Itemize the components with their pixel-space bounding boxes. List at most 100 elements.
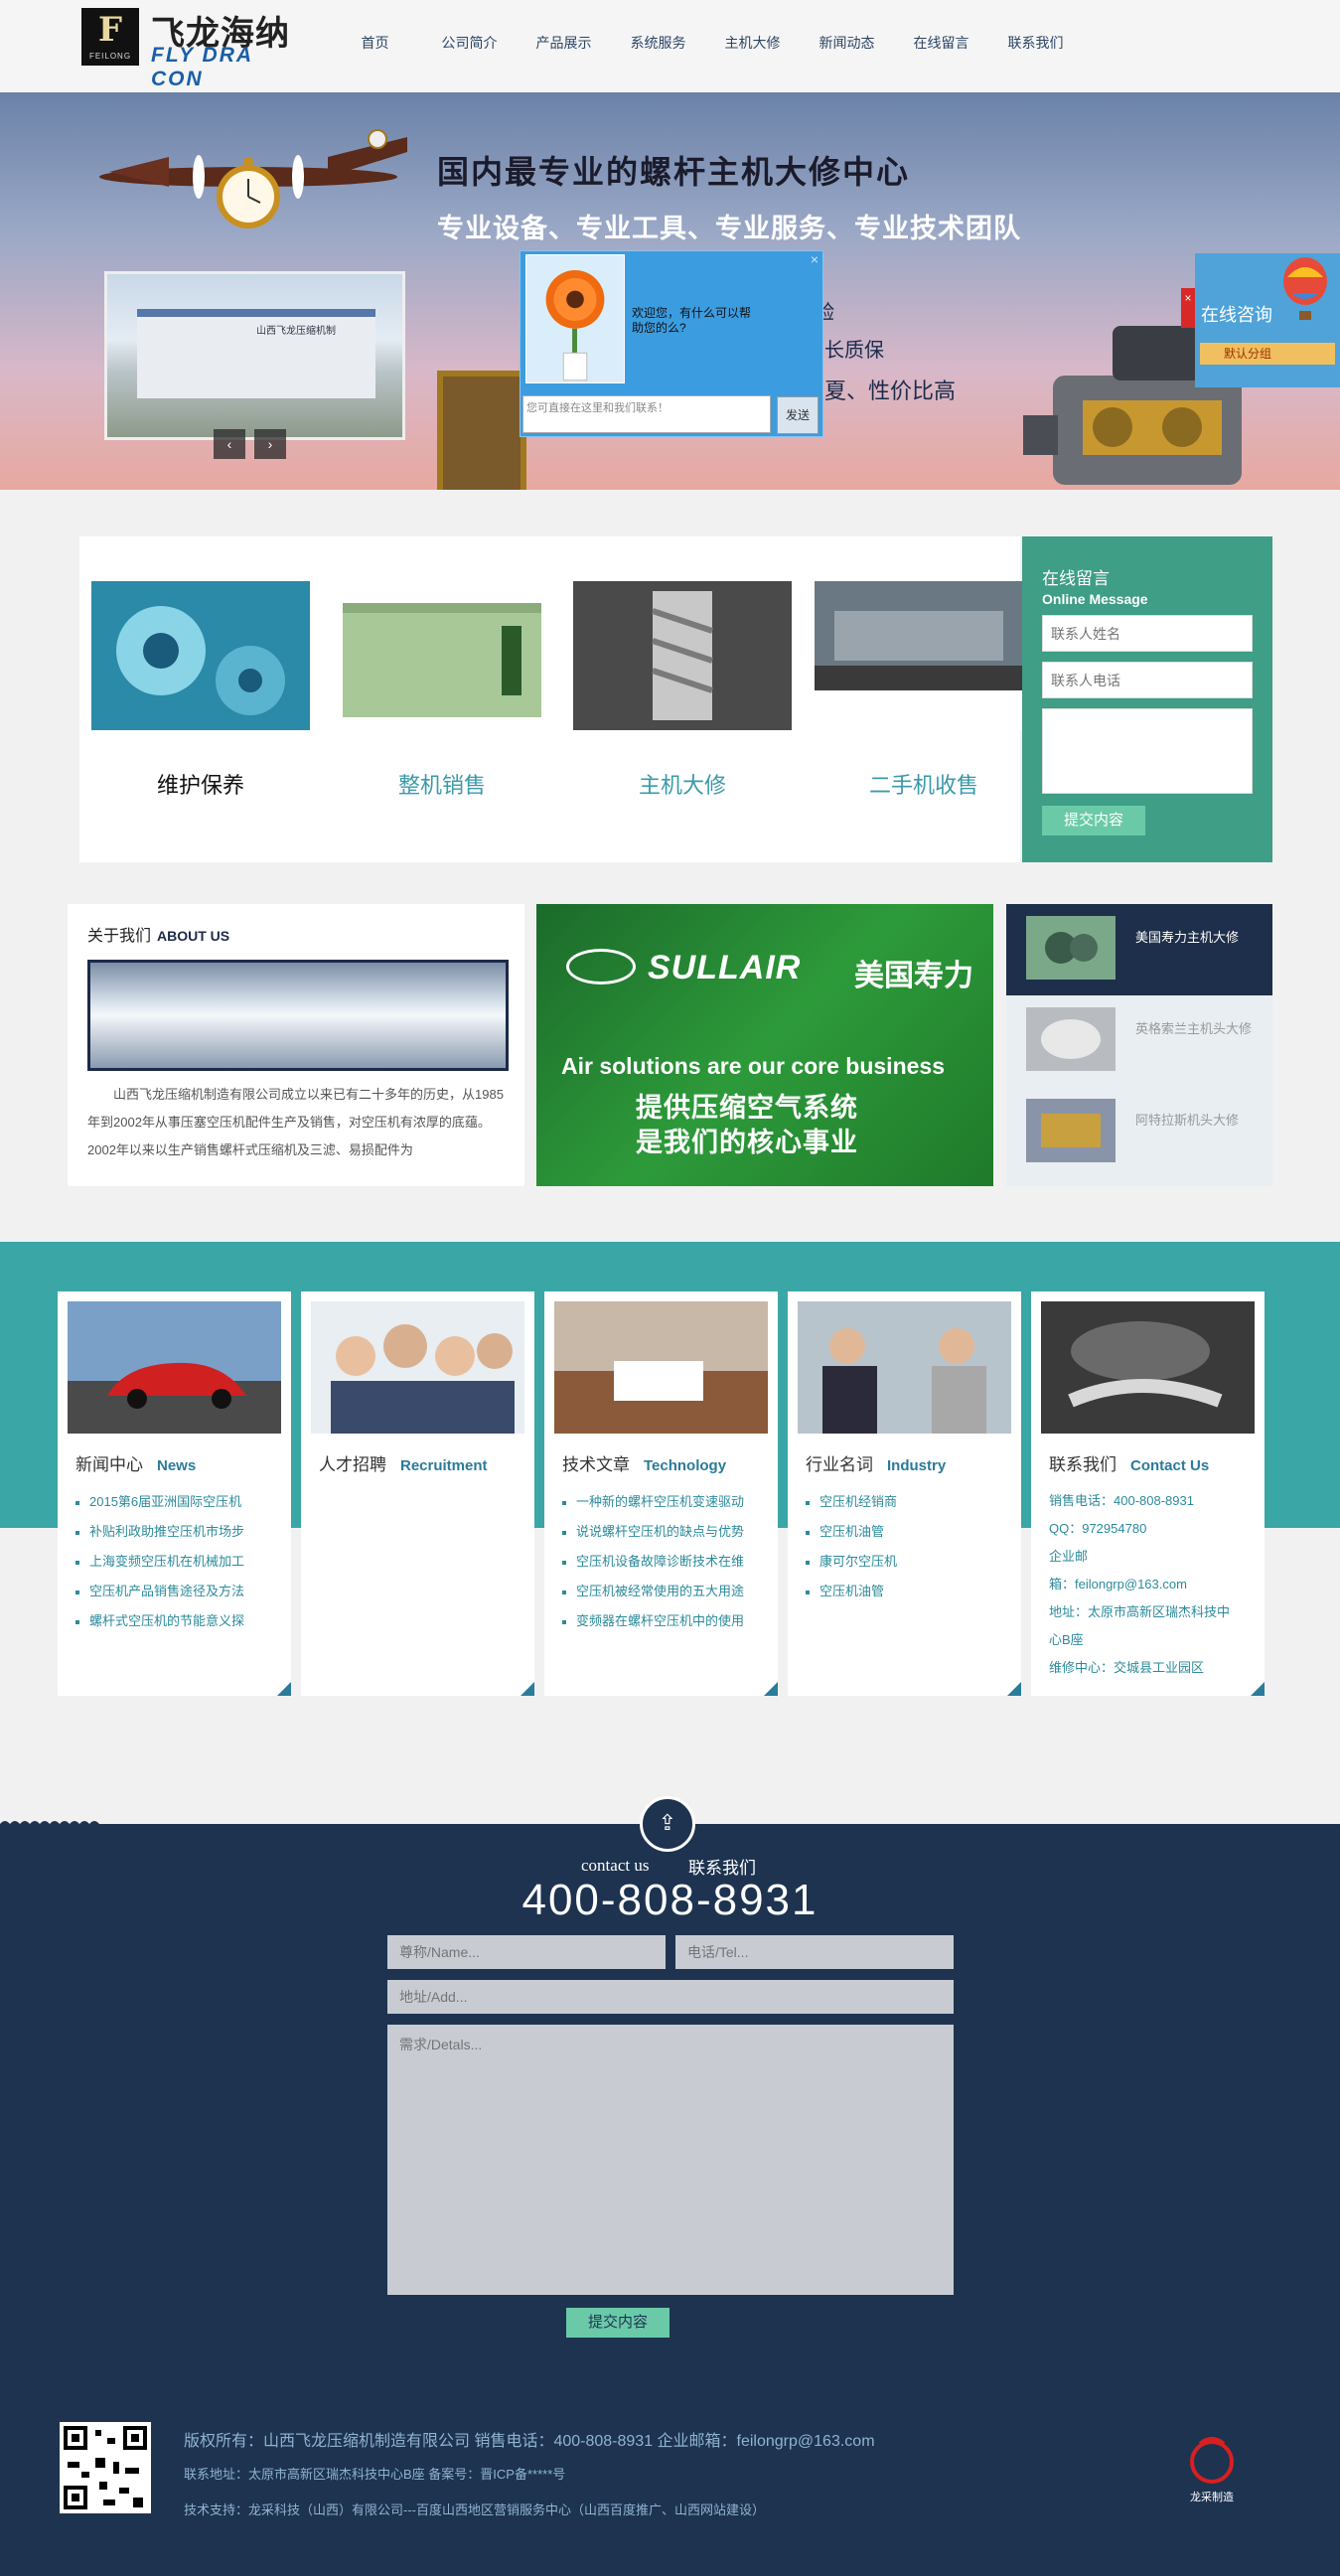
handshake-desk-image [554,1301,768,1434]
message-submit-button[interactable]: 提交内容 [1042,806,1145,835]
contact-details: 销售电话：400-808-8931 QQ：972954780 企业邮 箱：fei… [1049,1493,1231,1675]
message-content-field[interactable] [1042,708,1253,794]
repair-item[interactable]: 英格索兰主机头大修 [1006,995,1272,1087]
consult-group-tab[interactable]: 默认分组 [1200,343,1335,365]
flower-avatar [525,254,625,383]
repair-thumb [1026,1007,1116,1071]
repair-thumb [1026,1099,1116,1162]
service-label: 整机销售 [397,773,486,798]
footer-name-field[interactable] [387,1935,666,1969]
card-title: 联系我们 Contact Us [1049,1455,1210,1474]
chat-send-button[interactable]: 发送 [777,396,819,434]
list-item[interactable]: 补贴利政助推空压机市场步 [75,1517,284,1547]
factory-photo: 山西飞龙压缩机制 [104,271,405,440]
chat-greeting: 欢迎您，有什么可以帮助您的么? [632,306,752,335]
list-item[interactable]: 空压机设备故障诊断技术在维 [562,1547,771,1577]
gears-image [91,581,310,730]
corner-icon [521,1682,534,1696]
sullair-slogan-cn-2: 是我们的核心事业 [636,1128,858,1157]
list-item[interactable]: 康可尔空压机 [806,1547,1014,1577]
team-photo [311,1301,524,1434]
list-item[interactable]: 上海变频空压机在机械加工 [75,1547,284,1577]
trophy-image [437,371,526,490]
nav-message[interactable]: 在线留言 [894,30,988,56]
contact-phone-field[interactable] [1042,662,1253,698]
footer-submit-button[interactable]: 提交内容 [566,2308,670,2338]
maker-badge[interactable]: 龙采制造 [1182,2434,1242,2503]
sullair-promo[interactable]: SULLAIR 美国寿力 Air solutions are our core … [536,904,993,1186]
message-subtitle: Online Message [1042,591,1148,607]
address-text: 联系地址：太原市高新区瑞杰科技中心B座 备案号：晋ICP备*****号 [184,2467,566,2482]
footer-address-field[interactable] [387,1980,954,2014]
online-message-form: 在线留言 Online Message 提交内容 [1022,536,1272,862]
list-item[interactable]: 空压机产品销售途径及方法 [75,1577,284,1606]
nav-products[interactable]: 产品展示 [517,30,611,56]
list-item[interactable]: 空压机油管 [806,1517,1014,1547]
banner-line-3: 夏、性价比高 [824,379,957,403]
about-us-section: 关于我们 ABOUT US 山西飞龙压缩机制造有限公司成立以来已有二十多年的历史，… [68,904,524,1186]
office-photo [87,960,509,1071]
sullair-name-cn: 美国寿力 [854,960,973,992]
list-item[interactable]: 空压机油管 [806,1577,1014,1606]
logo-name-en: FLY DRA CON [151,44,253,90]
service-label: 主机大修 [638,773,726,798]
corner-icon [277,1682,291,1696]
site-logo[interactable]: F FEILONG 飞龙海纳 FLY DRA CON [79,4,308,90]
slider-prev-button[interactable]: ‹ [214,429,245,459]
list-item[interactable]: 空压机经销商 [806,1487,1014,1517]
service-repair[interactable]: 主机大修 [573,581,792,800]
clock-plane-illustration [99,129,407,228]
truck-image [815,581,1033,730]
nav-home[interactable]: 首页 [328,30,422,56]
repair-item[interactable]: 阿特拉斯机头大修 [1006,1087,1272,1178]
card-title: 技术文章 Technology [562,1455,727,1474]
chat-message-input[interactable]: 您可直接在这里和我们联系！ [522,395,771,433]
list-item[interactable]: 说说螺杆空压机的缺点与优势 [562,1517,771,1547]
corner-icon [764,1682,778,1696]
nav-repair[interactable]: 主机大修 [705,30,800,56]
sullair-brand: SULLAIR 美国寿力 [566,949,973,992]
technology-list: 一种新的螺杆空压机变速驱动 说说螺杆空压机的缺点与优势 空压机设备故障诊断技术在… [562,1487,771,1636]
nav-news[interactable]: 新闻动态 [800,30,894,56]
footer-tel-field[interactable] [675,1935,954,1969]
news-list: 2015第6届亚洲国际空压机 补贴利政助推空压机市场步 上海变频空压机在机械加工… [75,1487,284,1636]
service-sales[interactable]: 整机销售 [333,581,551,800]
corner-icon [1007,1682,1021,1696]
card-technology: 技术文章 Technology 一种新的螺杆空压机变速驱动 说说螺杆空压机的缺点与… [544,1291,778,1696]
online-consult-widget[interactable]: × 在线咨询 默认分组 [1181,253,1340,387]
card-title: 新闻中心 News [75,1455,197,1474]
list-item[interactable]: 一种新的螺杆空压机变速驱动 [562,1487,771,1517]
list-item[interactable]: 变频器在螺杆空压机中的使用 [562,1606,771,1636]
banner-line-2: 长质保 [824,340,884,362]
list-item[interactable]: 螺杆式空压机的节能意义探 [75,1606,284,1636]
consult-close-icon[interactable]: × [1181,288,1195,328]
nav-contact[interactable]: 联系我们 [988,30,1083,56]
red-car-image [68,1301,281,1434]
back-to-top-button[interactable]: ⇪ [640,1796,695,1852]
message-title: 在线留言 [1042,569,1110,588]
sullair-name: SULLAIR [648,949,802,986]
service-maintenance[interactable]: 维护保养 [91,581,310,800]
site-header: F FEILONG 飞龙海纳 FLY DRA CON 首页 公司简介 产品展示 … [0,0,1340,92]
industry-list: 空压机经销商 空压机油管 康可尔空压机 空压机油管 [806,1487,1014,1606]
card-title: 人才招聘 Recruitment [319,1455,488,1474]
nav-about[interactable]: 公司简介 [422,30,517,56]
list-item[interactable]: 空压机被经常使用的五大用途 [562,1577,771,1606]
sullair-slogan-cn-1: 提供压缩空气系统 [636,1093,858,1123]
contact-name-field[interactable] [1042,615,1253,652]
banner-headline: 国内最专业的螺杆主机大修中心 [437,154,911,190]
factory-sign: 山西飞龙压缩机制 [256,326,336,337]
support-text: 技术支持：龙采科技（山西）有限公司---百度山西地区营销服务中心（山西百度推广、… [184,2502,765,2517]
card-industry: 行业名词 Industry 空压机经销商 空压机油管 康可尔空压机 空压机油管 [788,1291,1021,1696]
main-nav: 首页 公司简介 产品展示 系统服务 主机大修 新闻动态 在线留言 联系我们 [328,30,1083,56]
nav-services[interactable]: 系统服务 [611,30,705,56]
repair-item[interactable]: 美国寿力主机大修 [1006,904,1272,995]
slider-next-button[interactable]: › [254,429,286,459]
list-item[interactable]: 2015第6届亚洲国际空压机 [75,1487,284,1517]
sullair-logo-icon [566,949,636,985]
card-recruitment: 人才招聘 Recruitment [301,1291,534,1696]
footer-details-field[interactable] [387,2025,954,2295]
service-used[interactable]: 二手机收售 [815,581,1033,800]
chat-close-icon[interactable]: × [811,251,819,267]
sullair-slogan-en: Air solutions are our core business [561,1053,945,1079]
